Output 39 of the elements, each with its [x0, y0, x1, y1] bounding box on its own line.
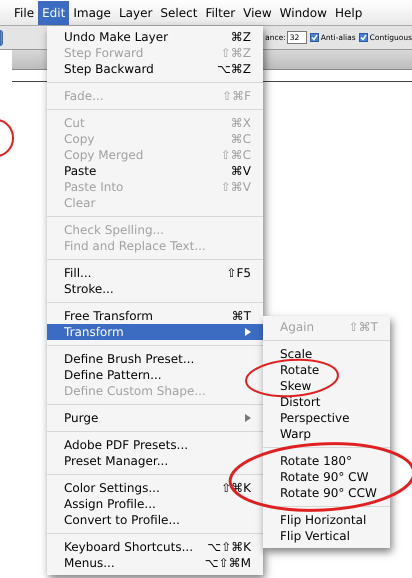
- menu-item[interactable]: Rotate: [263, 362, 390, 378]
- menu-item[interactable]: Skew: [263, 378, 390, 394]
- checkbox[interactable]: [310, 33, 319, 42]
- menu-item[interactable]: Define Pattern...: [47, 367, 263, 383]
- menu-item[interactable]: Fill... ⇧F5: [47, 265, 263, 281]
- menu-bar-item[interactable]: Layer: [114, 0, 156, 24]
- menu-item[interactable]: Flip Horizontal: [263, 512, 390, 528]
- menu-bar-item[interactable]: Edit: [38, 0, 70, 24]
- menu-item[interactable]: Adobe PDF Presets...: [47, 437, 263, 453]
- menu-bar-item[interactable]: Help: [330, 0, 366, 24]
- menu-item[interactable]: Keyboard Shortcuts... ⌥⇧⌘K: [47, 539, 263, 555]
- menu-item[interactable]: Flip Vertical: [263, 528, 390, 544]
- menu-bar-item[interactable]: View: [239, 0, 276, 24]
- menu-item[interactable]: Transform: [47, 324, 263, 340]
- menu-item[interactable]: Rotate 90° CW: [263, 469, 390, 485]
- menu-item[interactable]: Warp: [263, 426, 390, 442]
- menu-bar-item[interactable]: Select: [156, 0, 202, 24]
- menu-item[interactable]: Perspective: [263, 410, 390, 426]
- menu-item[interactable]: Paste ⌘V: [47, 163, 263, 179]
- menu-bar-item[interactable]: File: [10, 0, 38, 24]
- menu-item[interactable]: Stroke...: [47, 281, 263, 297]
- menu-item[interactable]: Purge: [47, 410, 263, 426]
- menu-bar-item[interactable]: Window: [276, 0, 331, 24]
- menu-item[interactable]: Menus... ⌥⇧⌘M: [47, 555, 263, 571]
- menu-item[interactable]: Convert to Profile...: [47, 512, 263, 528]
- menu-item[interactable]: Distort: [263, 394, 390, 410]
- menu-item[interactable]: Rotate 180°: [263, 453, 390, 469]
- menu-item[interactable]: Define Brush Preset...: [47, 351, 263, 367]
- menu-bar-item[interactable]: Image: [69, 0, 115, 24]
- menu-item[interactable]: Scale: [263, 346, 390, 362]
- menu-item[interactable]: Undo Make Layer ⌘Z: [47, 29, 263, 45]
- menu-bar-item[interactable]: Filter: [201, 0, 240, 24]
- menu-item[interactable]: Preset Manager...: [47, 453, 263, 469]
- checkbox[interactable]: [358, 33, 368, 42]
- menu-item[interactable]: Step Backward ⌥⌘Z: [47, 61, 263, 77]
- menu-item[interactable]: Assign Profile...: [47, 496, 263, 512]
- menu-item[interactable]: Rotate 90° CCW: [263, 485, 390, 501]
- menu-item[interactable]: Free Transform ⌘T: [47, 308, 263, 324]
- dropdown-stepper[interactable]: [0, 30, 4, 46]
